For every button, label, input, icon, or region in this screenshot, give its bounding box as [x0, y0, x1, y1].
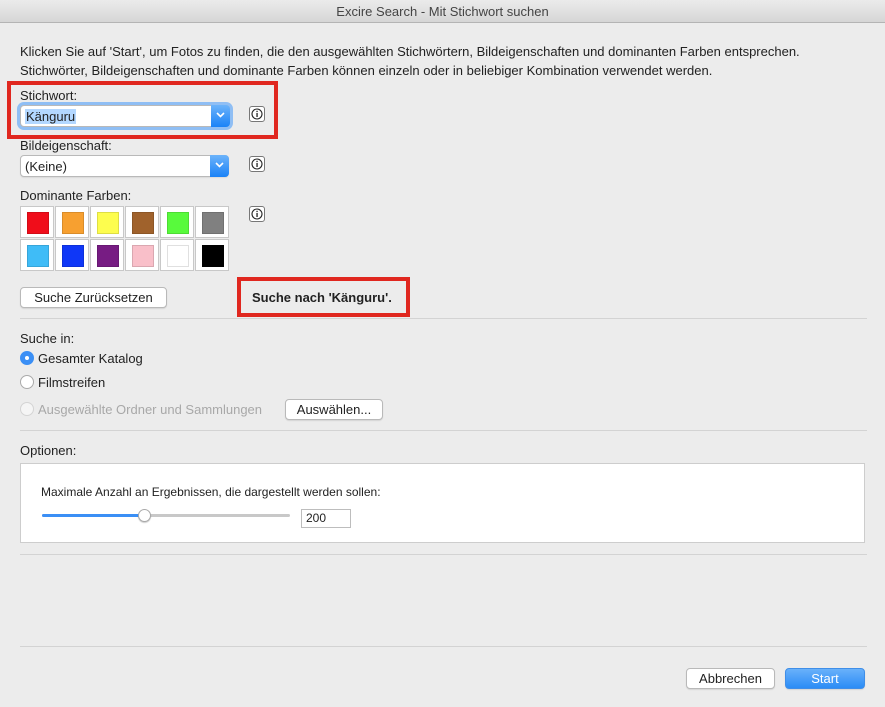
color-swatch-fill	[202, 245, 224, 267]
color-swatch[interactable]	[90, 206, 124, 238]
radio-filmstrip[interactable]	[20, 375, 34, 389]
color-swatch[interactable]	[160, 239, 194, 271]
radio-entire-catalog[interactable]	[20, 351, 34, 365]
color-swatch[interactable]	[195, 239, 229, 271]
chevron-down-icon	[215, 162, 224, 168]
color-swatch-fill	[167, 245, 189, 267]
color-swatch-fill	[97, 245, 119, 267]
color-swatch-fill	[97, 212, 119, 234]
colors-info-icon[interactable]	[249, 206, 265, 222]
choose-button[interactable]: Auswählen...	[285, 399, 383, 420]
radio-selected-folders-label: Ausgewählte Ordner und Sammlungen	[38, 402, 263, 417]
radio-filmstrip-label[interactable]: Filmstreifen	[38, 375, 105, 390]
start-button[interactable]: Start	[785, 668, 865, 689]
max-results-label: Maximale Anzahl an Ergebnissen, die darg…	[41, 485, 381, 499]
reset-search-button[interactable]: Suche Zurücksetzen	[20, 287, 167, 308]
separator-1	[20, 318, 867, 319]
keyword-combobox[interactable]: Känguru	[20, 105, 230, 127]
property-dropdown-button[interactable]	[210, 155, 229, 177]
keyword-label: Stichwort:	[20, 88, 78, 103]
max-results-slider-track[interactable]	[42, 514, 290, 517]
cancel-button[interactable]: Abbrechen	[686, 668, 775, 689]
max-results-slider-knob[interactable]	[137, 509, 151, 522]
property-select[interactable]: (Keine)	[20, 155, 229, 177]
max-results-slider-fill	[42, 514, 144, 517]
property-label: Bildeigenschaft:	[20, 138, 112, 153]
color-swatch-fill	[167, 212, 189, 234]
separator-2	[20, 430, 867, 431]
radio-entire-catalog-label[interactable]: Gesamter Katalog	[38, 351, 143, 366]
color-swatch-fill	[27, 245, 49, 267]
window-titlebar: Excire Search - Mit Stichwort suchen	[0, 0, 885, 23]
colors-label: Dominante Farben:	[20, 188, 132, 203]
color-swatch[interactable]	[160, 206, 194, 238]
color-swatch-fill	[132, 212, 154, 234]
property-info-icon[interactable]	[249, 156, 265, 172]
color-swatch-fill	[27, 212, 49, 234]
max-results-field[interactable]: 200	[301, 509, 351, 528]
separator-3	[20, 554, 867, 555]
keyword-dropdown-button[interactable]	[211, 105, 230, 127]
color-swatch-fill	[202, 212, 224, 234]
color-swatch[interactable]	[20, 206, 54, 238]
options-label: Optionen:	[20, 443, 77, 458]
keyword-info-icon[interactable]	[249, 106, 265, 122]
color-swatch[interactable]	[125, 239, 159, 271]
options-panel: Maximale Anzahl an Ergebnissen, die darg…	[20, 463, 865, 543]
intro-text: Klicken Sie auf 'Start', um Fotos zu fin…	[20, 42, 870, 80]
color-swatch[interactable]	[125, 206, 159, 238]
color-swatch-fill	[62, 245, 84, 267]
color-swatch[interactable]	[55, 239, 89, 271]
color-swatch[interactable]	[20, 239, 54, 271]
chevron-down-icon	[216, 112, 225, 118]
color-swatch[interactable]	[55, 206, 89, 238]
intro-line-2: Stichwörter, Bildeigenschaften und domin…	[20, 63, 713, 78]
property-value: (Keine)	[25, 159, 67, 174]
keyword-value[interactable]: Känguru	[25, 109, 77, 124]
window-title: Excire Search - Mit Stichwort suchen	[336, 4, 549, 19]
radio-selected-folders	[20, 402, 34, 416]
separator-4	[20, 646, 867, 647]
color-swatch-fill	[132, 245, 154, 267]
color-swatch[interactable]	[90, 239, 124, 271]
search-in-label: Suche in:	[20, 331, 75, 346]
intro-line-1: Klicken Sie auf 'Start', um Fotos zu fin…	[20, 44, 800, 59]
color-swatch-fill	[62, 212, 84, 234]
color-swatch[interactable]	[195, 206, 229, 238]
search-summary-text: Suche nach 'Känguru'.	[252, 290, 392, 305]
